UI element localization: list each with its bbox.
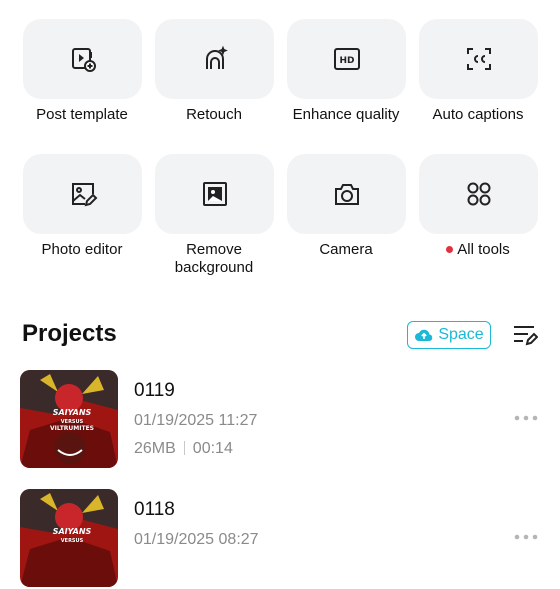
meta-divider xyxy=(183,440,185,455)
tool-photo-editor[interactable] xyxy=(23,154,142,234)
remove-background-icon xyxy=(202,182,227,206)
project-name: 0119 xyxy=(134,380,175,401)
post-template-icon xyxy=(71,48,96,72)
tool-label-remove-background: Remove background xyxy=(139,241,289,277)
retouch-icon xyxy=(205,45,228,69)
tool-all-tools[interactable] xyxy=(419,154,538,234)
tool-label-line: background xyxy=(174,259,254,276)
project-duration: 00:14 xyxy=(192,440,233,457)
cloud-icon xyxy=(415,329,433,341)
project-row[interactable]: SAIYANS VERSUS VILTRUMITES 0119 01/19/20… xyxy=(0,370,560,470)
new-badge-dot xyxy=(446,245,454,253)
thumb-caption-2: VERSUS xyxy=(61,538,84,544)
captions-icon xyxy=(466,48,491,70)
project-thumbnail: SAIYANS VERSUS VILTRUMITES xyxy=(20,370,118,468)
tool-remove-background[interactable] xyxy=(155,154,274,234)
project-thumbnail-art: SAIYANS VERSUS xyxy=(20,489,118,587)
photo-editor-icon xyxy=(71,183,97,207)
tool-label-camera: Camera xyxy=(319,241,373,258)
project-date: 01/19/2025 08:27 xyxy=(134,531,259,548)
all-tools-text: All tools xyxy=(457,241,510,258)
tool-label-all-tools: All tools xyxy=(403,241,553,259)
tool-camera[interactable] xyxy=(287,154,406,234)
tool-label-enhance-quality: Enhance quality xyxy=(292,106,400,123)
hd-icon: HD xyxy=(333,48,360,70)
manage-list-icon[interactable] xyxy=(512,324,538,346)
project-row[interactable]: SAIYANS VERSUS 0118 01/19/2025 08:27 xyxy=(0,489,560,589)
project-meta: 26MB 00:14 xyxy=(134,440,233,458)
svg-text:HD: HD xyxy=(339,56,354,66)
tool-retouch[interactable] xyxy=(155,19,274,99)
space-button[interactable]: Space xyxy=(407,321,491,349)
tool-label-photo-editor: Photo editor xyxy=(41,241,123,258)
thumb-caption-3: VILTRUMITES xyxy=(50,425,94,432)
project-thumbnail: SAIYANS VERSUS xyxy=(20,489,118,587)
tool-enhance-quality[interactable]: HD xyxy=(287,19,406,99)
project-name: 0118 xyxy=(134,499,175,520)
tool-auto-captions[interactable] xyxy=(419,19,538,99)
tool-label-line: Remove xyxy=(186,241,242,258)
camera-icon xyxy=(334,184,359,205)
tool-label-auto-captions: Auto captions xyxy=(432,106,524,123)
project-thumbnail-art: SAIYANS VERSUS VILTRUMITES xyxy=(20,370,118,468)
project-size: 26MB xyxy=(134,440,176,457)
thumb-caption-1: SAIYANS xyxy=(53,527,92,536)
tool-post-template[interactable] xyxy=(23,19,142,99)
more-options-icon[interactable] xyxy=(514,533,538,541)
all-tools-icon xyxy=(467,182,490,206)
project-date: 01/19/2025 11:27 xyxy=(134,412,258,429)
space-label: Space xyxy=(438,326,484,343)
tool-label-retouch: Retouch xyxy=(186,106,242,123)
more-options-icon[interactable] xyxy=(514,414,538,422)
tool-label-post-template: Post template xyxy=(36,106,128,123)
thumb-caption-1: SAIYANS xyxy=(53,408,92,417)
projects-title: Projects xyxy=(22,320,117,347)
